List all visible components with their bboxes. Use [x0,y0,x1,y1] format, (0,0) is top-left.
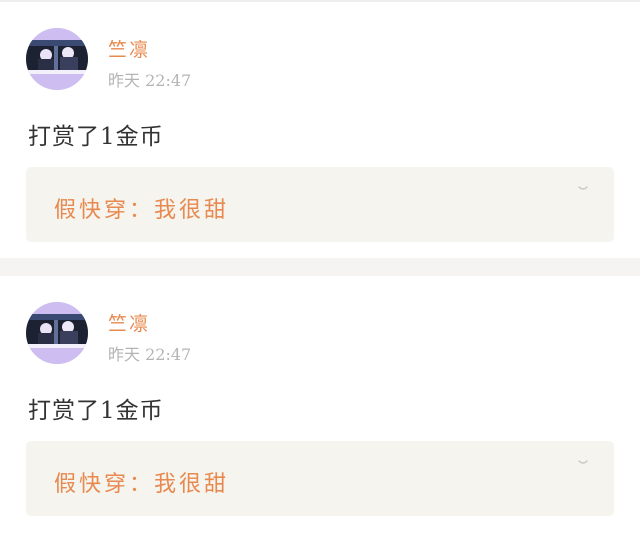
card-separator [0,258,640,276]
comment-message: 打赏了1金币 [28,398,164,424]
comment-timestamp: 昨天 22:47 [108,71,192,90]
book-reference-title[interactable]: 假快穿：我很甜 [54,466,229,498]
book-reference-box[interactable]: 假快穿：我很甜 [26,441,614,516]
comment-card-2: 竺凛 昨天 22:47 打赏了1金币 假快穿：我很甜 [0,276,640,535]
username[interactable]: 竺凛 [108,35,150,62]
chevron-down-icon[interactable] [578,459,588,469]
comment-timestamp: 昨天 22:47 [108,345,192,364]
book-reference-title[interactable]: 假快穿：我很甜 [54,192,229,224]
comment-message: 打赏了1金币 [28,124,164,150]
user-avatar-icon[interactable] [26,28,88,90]
chevron-down-icon[interactable] [578,185,588,195]
username[interactable]: 竺凛 [108,309,150,336]
user-avatar-icon[interactable] [26,302,88,364]
book-reference-box[interactable]: 假快穿：我很甜 [26,167,614,242]
comment-card-1: 竺凛 昨天 22:47 打赏了1金币 假快穿：我很甜 [0,2,640,258]
